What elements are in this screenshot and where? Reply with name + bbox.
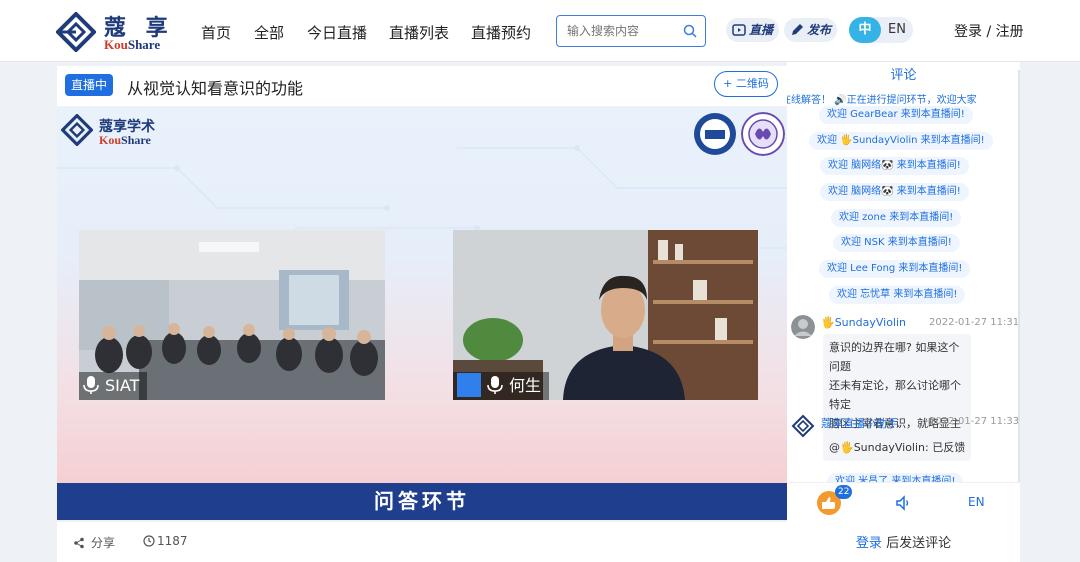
welcome-message: 欢迎 🖐SundayViolin 来到本直播间! [809, 132, 993, 150]
live-status-badge: 直播中 [65, 74, 114, 96]
welcome-message: 欢迎 脑网络🐼 来到本直播间! [820, 157, 969, 175]
search-box [556, 15, 706, 47]
nav-home[interactable]: 首页 [201, 22, 231, 43]
comments-title: 评论 [890, 68, 917, 83]
right-camera-feed: 何生 [453, 230, 758, 400]
comment-login-link[interactable]: 登录 [856, 536, 882, 551]
comment-line: @🖐SundayViolin: 已反馈 [829, 441, 966, 454]
logo-english-text: KouShare [104, 37, 161, 52]
nav-today-live[interactable]: 今日直播 [307, 22, 367, 43]
microphone-icon [83, 376, 99, 394]
koushare-logo-icon [61, 114, 93, 146]
assistant-avatar-icon[interactable] [791, 414, 815, 438]
video-meta-bar: 分享 1187 [57, 522, 787, 562]
publish-pill-button[interactable]: 发布 [784, 18, 838, 42]
pencil-icon [792, 24, 803, 35]
like-count-badge: 22 [835, 485, 853, 499]
comment-line: 还未有定论，那么讨论哪个特定 [829, 379, 961, 411]
comment-bubble: @🖐SundayViolin: 已反馈 [823, 434, 972, 461]
lang-english-button[interactable]: EN [881, 17, 913, 43]
ticker-text: 在线解答！ 🔊正在进行提问环节，欢迎大家 [787, 95, 977, 106]
live-pill-button[interactable]: 直播 [726, 18, 780, 42]
comments-scrollbar[interactable] [1018, 70, 1020, 482]
comment-login-hint: 后发送评论 [881, 536, 952, 551]
welcome-message: 欢迎 GearBear 来到本直播间! [819, 106, 973, 124]
comment-timestamp: 2022-01-27 11:31 [929, 317, 1020, 328]
welcome-message: 欢迎 Lee Fong 来到本直播间! [819, 260, 971, 278]
comment-line: 意识的边界在哪? 如果这个问题 [829, 341, 960, 373]
language-toggle: 中 EN [849, 17, 913, 43]
siat-seal-icon [694, 113, 736, 155]
live-title: 从视觉认知看意识的功能 [127, 79, 304, 98]
live-header: 直播中 从视觉认知看意识的功能 + 二维码 [57, 66, 787, 106]
publish-pill-label: 发布 [807, 23, 832, 37]
welcome-message: 欢迎 脑网络🐼 来到本直播间! [820, 183, 969, 201]
welcome-message: 欢迎 zone 来到本直播间! [831, 209, 962, 227]
welcome-message: 欢迎 NSK 来到本直播间! [833, 234, 960, 252]
view-count: 1187 [143, 534, 188, 548]
speaker-icon[interactable] [894, 494, 912, 512]
brain-institute-seal-icon [741, 112, 785, 156]
qr-code-button[interactable]: + 二维码 [714, 71, 778, 97]
left-camera-feed: SIAT [79, 230, 385, 400]
nav-live-booking[interactable]: 直播预约 [471, 22, 531, 43]
nav-live-list[interactable]: 直播列表 [389, 22, 449, 43]
view-count-value: 1187 [157, 534, 188, 548]
video-player[interactable]: 蔻享学术 KouShare SIAT 何生 问答环节 [57, 108, 787, 520]
right-camera-label: 何生 [453, 372, 550, 400]
comment-timestamp: 2022-01-27 11:33 [929, 416, 1020, 427]
live-pill-label: 直播 [749, 23, 774, 37]
koushare-logo-icon [56, 12, 96, 52]
clock-icon [143, 535, 155, 547]
comment-username[interactable]: 🖐SundayViolin [821, 316, 906, 329]
user-avatar[interactable] [791, 315, 815, 339]
announcement-ticker: 在线解答！ 🔊正在进行提问环节，欢迎大家 [787, 91, 1020, 107]
login-register-link[interactable]: 登录 / 注册 [954, 21, 1024, 41]
lang-chinese-button[interactable]: 中 [849, 17, 881, 43]
search-icon[interactable] [683, 24, 697, 38]
comment-tools-bar: 22 EN [787, 482, 1020, 520]
left-camera-label: SIAT [79, 372, 148, 400]
search-input[interactable] [567, 23, 677, 39]
translate-en-button[interactable]: EN [968, 495, 985, 509]
welcome-message: 欢迎 忘忧草 来到本直播间! [829, 286, 966, 304]
share-icon [74, 537, 84, 549]
left-camera-name: SIAT [105, 376, 140, 395]
top-navigation: 蔻 享 KouShare 首页 全部 今日直播 直播列表 直播预约 直播 发布 … [0, 0, 1080, 62]
user-icon [457, 373, 481, 397]
comment-username[interactable]: 蔻享直播小助手 [821, 415, 898, 431]
nav-all[interactable]: 全部 [254, 22, 284, 43]
share-button[interactable]: 分享 [73, 534, 115, 551]
video-watermark-logo: 蔻享学术 KouShare [61, 112, 181, 152]
video-logo-english: KouShare [99, 133, 151, 147]
koushare-logo[interactable]: 蔻 享 KouShare [56, 10, 176, 54]
share-label: 分享 [91, 536, 116, 550]
right-camera-name: 何生 [509, 376, 542, 395]
microphone-icon [487, 376, 503, 394]
tv-icon [732, 24, 746, 36]
login-to-comment: 登录 后发送评论 [787, 532, 1020, 551]
qa-session-banner: 问答环节 [57, 483, 787, 520]
comments-panel: 评论 在线解答！ 🔊正在进行提问环节，欢迎大家 欢迎 GearBear 来到本直… [787, 62, 1020, 562]
